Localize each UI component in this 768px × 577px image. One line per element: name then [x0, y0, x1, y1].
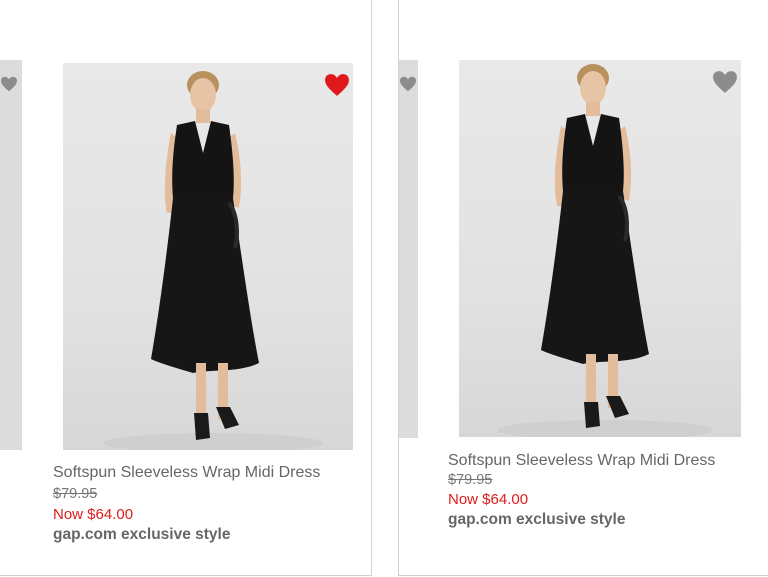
exclusive-tag: gap.com exclusive style [53, 526, 231, 543]
heart-icon[interactable] [399, 76, 417, 92]
product-name[interactable]: Softspun Sleeveless Wrap Midi Dress [53, 464, 320, 482]
heart-icon[interactable] [0, 76, 18, 92]
heart-outline-icon[interactable] [712, 70, 738, 94]
model-photo [497, 64, 713, 437]
sale-price: Now $64.00 [53, 506, 134, 523]
exclusive-tag: gap.com exclusive style [448, 511, 626, 528]
product-card-left[interactable]: Softspun Sleeveless Wrap Midi Dress $79.… [0, 0, 372, 576]
previous-image-peek[interactable] [399, 60, 418, 438]
model-photo [103, 71, 323, 450]
product-image[interactable] [459, 60, 741, 437]
product-name[interactable]: Softspun Sleeveless Wrap Midi Dress [448, 452, 715, 470]
original-price: $79.95 [53, 486, 98, 502]
previous-image-peek[interactable] [0, 60, 22, 450]
original-price: $79.95 [448, 472, 493, 488]
product-image[interactable] [63, 63, 353, 450]
product-card-right[interactable]: Softspun Sleeveless Wrap Midi Dress $79.… [398, 0, 768, 576]
sale-price: Now $64.00 [448, 491, 529, 508]
heart-icon[interactable] [324, 73, 350, 97]
